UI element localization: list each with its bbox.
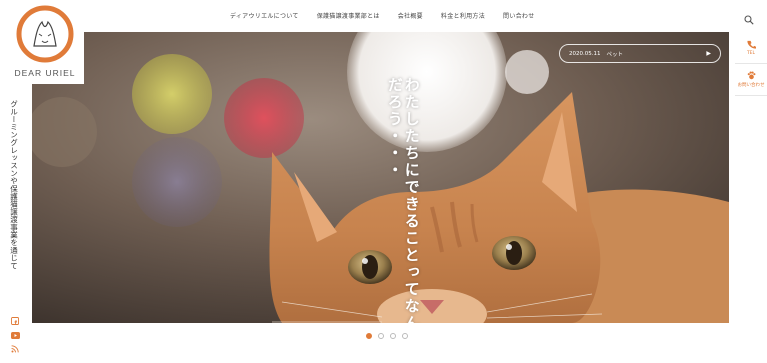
hero-headline-line1: わたしたちにできることってなん — [402, 77, 421, 323]
rail-contact-button[interactable]: お問い合わせ — [735, 64, 767, 96]
rail-tel-label: TEL — [746, 50, 756, 56]
slide-dot-1[interactable] — [366, 333, 372, 339]
rss-icon[interactable] — [10, 345, 20, 353]
nav-item-pricing[interactable]: 料金と利用方法 — [441, 11, 485, 20]
hero-slideshow[interactable]: わたしたちにできることってなん だろう・・・ 2020.05.11 ペット ▶ — [32, 32, 729, 323]
youtube-icon[interactable] — [10, 331, 20, 339]
nav-item-contact[interactable]: 問い合わせ — [503, 11, 535, 20]
arrow-right-icon: ▶ — [706, 50, 711, 57]
facebook-icon[interactable] — [10, 317, 20, 325]
search-icon[interactable] — [744, 10, 754, 25]
paw-icon — [747, 71, 755, 80]
slide-dot-4[interactable] — [402, 333, 408, 339]
news-ticker[interactable]: 2020.05.11 ペット ▶ — [559, 44, 721, 63]
phone-icon — [746, 40, 756, 49]
slide-dot-3[interactable] — [390, 333, 396, 339]
news-date: 2020.05.11 — [569, 50, 601, 57]
right-rail: TEL お問い合わせ — [735, 32, 767, 96]
sidebar-tagline: グルーミングレッスンや保護猫譲渡事業を通じて、飼い主様の愛猫との幸せな暮らしをサ… — [10, 100, 18, 270]
site-logo[interactable]: DEAR URIEL — [6, 4, 84, 84]
logo-emblem-icon — [16, 5, 74, 63]
nav-item-company[interactable]: 会社概要 — [398, 11, 423, 20]
main-nav: ディアウリエルについて 保護猫譲渡事業部とは 会社概要 料金と利用方法 問い合わ… — [230, 11, 535, 20]
hero-headline-line2: だろう・・・ — [385, 77, 404, 179]
hero-cat-photo — [32, 32, 729, 323]
slider-pagination — [366, 333, 408, 339]
news-text: ペット — [606, 51, 624, 58]
logo-wordmark: DEAR URIEL — [14, 68, 76, 78]
nav-item-about[interactable]: ディアウリエルについて — [230, 11, 299, 20]
nav-item-adoption[interactable]: 保護猫譲渡事業部とは — [317, 11, 380, 20]
rail-tel-button[interactable]: TEL — [735, 32, 767, 64]
rail-contact-label: お問い合わせ — [737, 83, 765, 88]
slide-dot-2[interactable] — [378, 333, 384, 339]
